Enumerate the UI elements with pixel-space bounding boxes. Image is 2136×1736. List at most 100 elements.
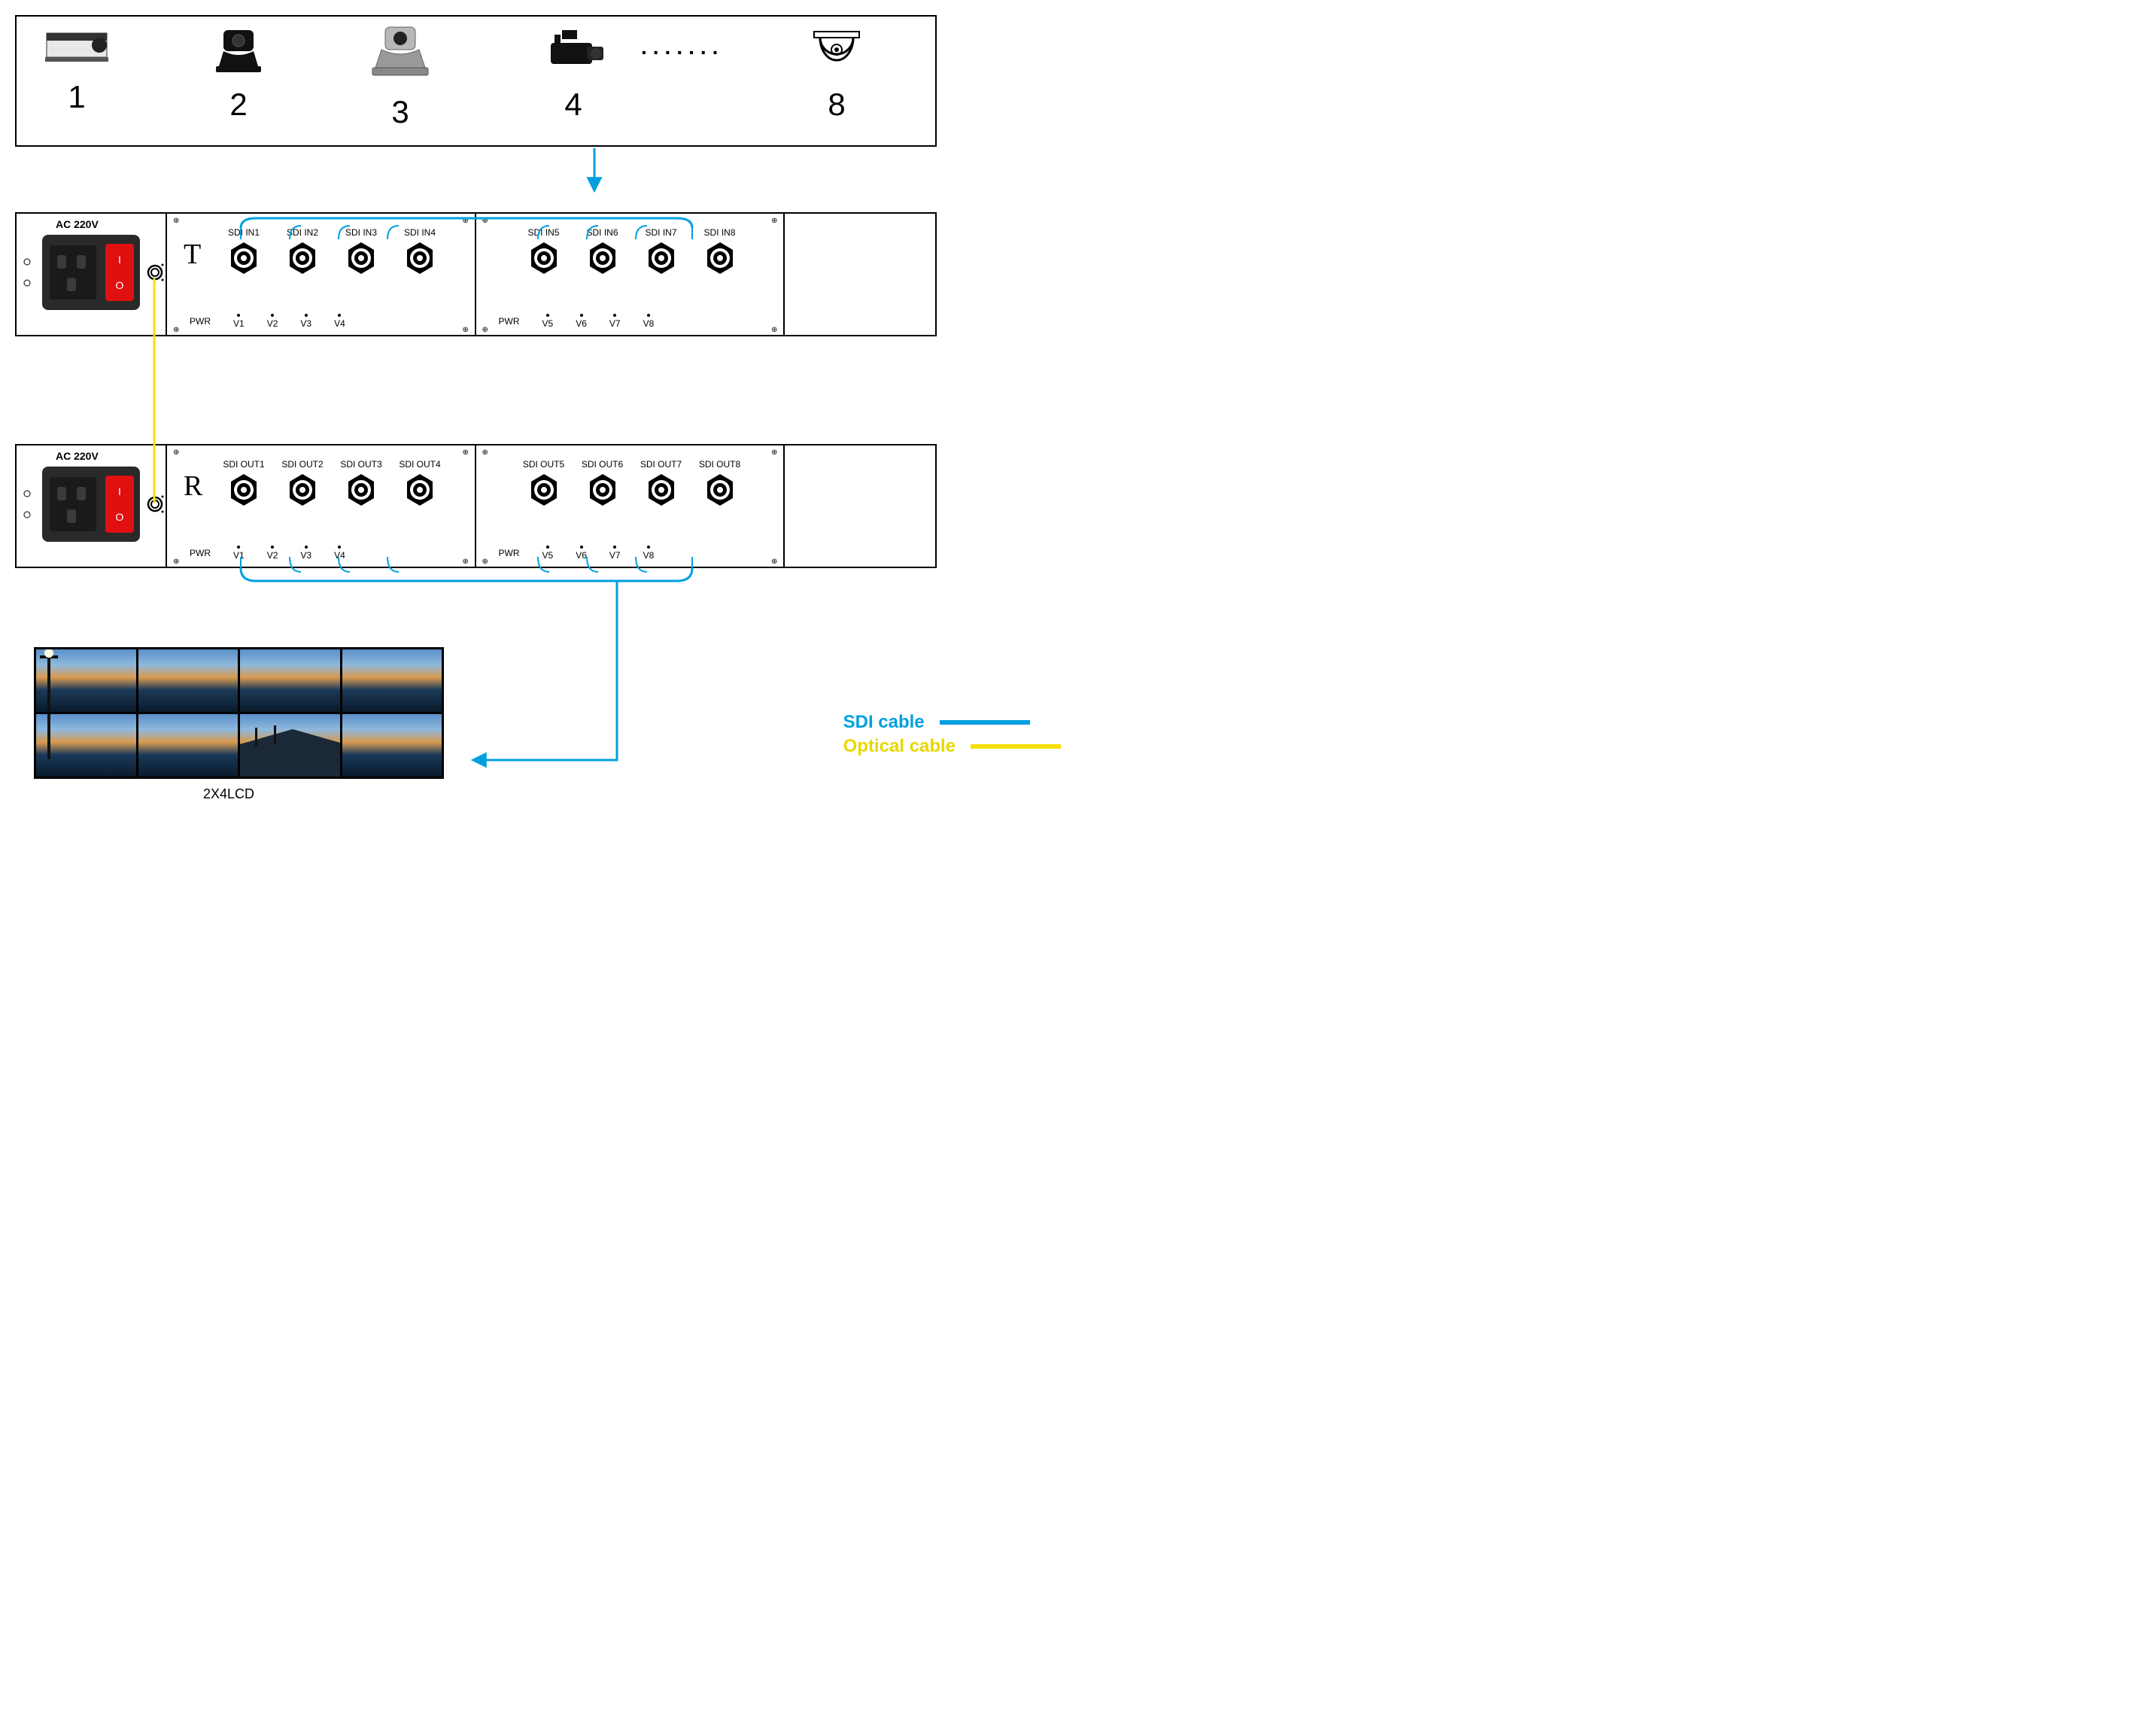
transmitter-right-module: ⊕ ⊕ ⊕ ⊕ SDI IN5 SDI IN6 SDI IN7 SDI IN8 <box>476 214 785 335</box>
legend-optical-line <box>971 744 1061 749</box>
sdi-out3-port: SDI OUT3 <box>339 459 384 511</box>
svg-text:I: I <box>118 254 121 266</box>
receiver-power-module: AC 220V I O <box>17 445 167 567</box>
receiver-left-module: ⊕ ⊕ ⊕ ⊕ R SDI OUT1 SDI OUT2 SDI OUT3 <box>167 445 476 567</box>
receiver-letter: R <box>184 470 202 503</box>
camera-2: 2 <box>193 24 284 123</box>
camera-2-number: 2 <box>193 87 284 123</box>
screw-icon: ⊕ <box>482 558 488 564</box>
screw-icon: ⊕ <box>173 448 179 455</box>
svg-text:O: O <box>116 279 124 291</box>
power-inlet-icon: I O <box>17 445 167 570</box>
sdi-out1-port: SDI OUT1 <box>221 459 266 511</box>
transmitter-rack: AC 220V I O ⊕ ⊕ ⊕ ⊕ T <box>15 212 937 336</box>
sdi-in2-port: SDI IN2 <box>280 227 325 279</box>
sdi-out6-port: SDI OUT6 <box>580 459 625 511</box>
legend: SDI cable Optical cable <box>843 712 1061 760</box>
sdi-cable-rx-to-lcd <box>474 581 617 760</box>
transmitter-power-module: AC 220V I O <box>17 214 167 335</box>
screw-icon: ⊕ <box>482 448 488 455</box>
receiver-rack: AC 220V I O ⊕ ⊕ ⊕ ⊕ R <box>15 444 937 568</box>
screw-icon: ⊕ <box>463 448 469 455</box>
camera-sources-panel: 1 2 3 <box>15 15 937 147</box>
bnc-connector-icon <box>403 473 437 507</box>
bnc-connector-icon <box>285 241 320 275</box>
bnc-connector-icon <box>226 241 261 275</box>
ptz-camera-black-icon <box>201 24 276 77</box>
lcd-tile <box>36 649 136 712</box>
bnc-connector-icon <box>285 473 320 507</box>
screw-icon: ⊕ <box>771 326 777 332</box>
bnc-connector-icon <box>344 241 378 275</box>
sdi-in7-port: SDI IN7 <box>639 227 684 279</box>
receiver-right-module: ⊕ ⊕ ⊕ ⊕ SDI OUT5 SDI OUT6 SDI OUT7 SDI <box>476 445 785 567</box>
box-camera-icon <box>39 24 114 69</box>
lcd-tile <box>138 714 239 777</box>
sdi-out4-port: SDI OUT4 <box>397 459 442 511</box>
camera-3: 3 <box>355 24 445 130</box>
sdi-out5-port: SDI OUT5 <box>521 459 567 511</box>
camera-3-number: 3 <box>355 94 445 130</box>
lcd-tile <box>36 714 136 777</box>
ptz-camera-silver-icon <box>359 24 442 84</box>
bnc-connector-icon <box>403 241 437 275</box>
legend-sdi-label: SDI cable <box>843 712 925 733</box>
bnc-connector-icon <box>703 473 737 507</box>
pwr-label: PWR <box>190 548 211 558</box>
transmitter-ac-label: AC 220V <box>56 218 99 230</box>
bnc-connector-icon <box>585 241 620 275</box>
sdi-in8-port: SDI IN8 <box>697 227 743 279</box>
video-wall-label: 2X4LCD <box>203 786 254 802</box>
bnc-connector-icon <box>703 241 737 275</box>
camera-8: 8 <box>792 24 882 123</box>
pwr-label: PWR <box>499 316 520 327</box>
sdi-in5-port: SDI IN5 <box>521 227 567 279</box>
bnc-connector-icon <box>527 241 561 275</box>
sdi-out8-port: SDI OUT8 <box>697 459 743 511</box>
screw-icon: ⊕ <box>463 326 469 332</box>
camera-8-number: 8 <box>792 87 882 123</box>
bnc-connector-icon <box>644 241 679 275</box>
pwr-label: PWR <box>190 316 211 327</box>
svg-text:O: O <box>116 511 124 523</box>
screw-icon: ⊕ <box>173 326 179 332</box>
screw-icon: ⊕ <box>771 558 777 564</box>
pro-camcorder-icon <box>536 24 611 77</box>
screw-icon: ⊕ <box>771 217 777 223</box>
lcd-tile <box>342 714 442 777</box>
bnc-connector-icon <box>344 473 378 507</box>
lcd-tile <box>240 649 340 712</box>
sdi-out7-port: SDI OUT7 <box>639 459 684 511</box>
lcd-tile <box>240 714 340 777</box>
bnc-connector-icon <box>585 473 620 507</box>
screw-icon: ⊕ <box>771 448 777 455</box>
sdi-in4-port: SDI IN4 <box>397 227 442 279</box>
legend-optical-label: Optical cable <box>843 736 956 757</box>
bnc-connector-icon <box>226 473 261 507</box>
receiver-blank <box>785 445 935 567</box>
sdi-in6-port: SDI IN6 <box>580 227 625 279</box>
legend-sdi-line <box>940 720 1030 725</box>
power-inlet-icon: I O <box>17 214 167 338</box>
camera-4: 4 <box>528 24 618 123</box>
sdi-out2-port: SDI OUT2 <box>280 459 325 511</box>
svg-text:I: I <box>118 485 121 497</box>
receiver-ac-label: AC 220V <box>56 450 99 462</box>
screw-icon: ⊕ <box>482 217 488 223</box>
sdi-in3-port: SDI IN3 <box>339 227 384 279</box>
screw-icon: ⊕ <box>463 558 469 564</box>
camera-1: 1 <box>32 24 122 115</box>
screw-icon: ⊕ <box>173 558 179 564</box>
sdi-bus-bottom <box>241 568 692 581</box>
camera-4-number: 4 <box>528 87 618 123</box>
lcd-tile <box>138 649 239 712</box>
transmitter-left-module: ⊕ ⊕ ⊕ ⊕ T SDI IN1 SDI IN2 SDI IN3 <box>167 214 476 335</box>
pwr-label: PWR <box>499 548 520 558</box>
lcd-tile <box>342 649 442 712</box>
bnc-connector-icon <box>644 473 679 507</box>
transmitter-blank <box>785 214 935 335</box>
screw-icon: ⊕ <box>173 217 179 223</box>
sdi-in1-port: SDI IN1 <box>221 227 266 279</box>
camera-1-number: 1 <box>32 79 122 115</box>
camera-ellipsis: ....... <box>641 35 724 59</box>
